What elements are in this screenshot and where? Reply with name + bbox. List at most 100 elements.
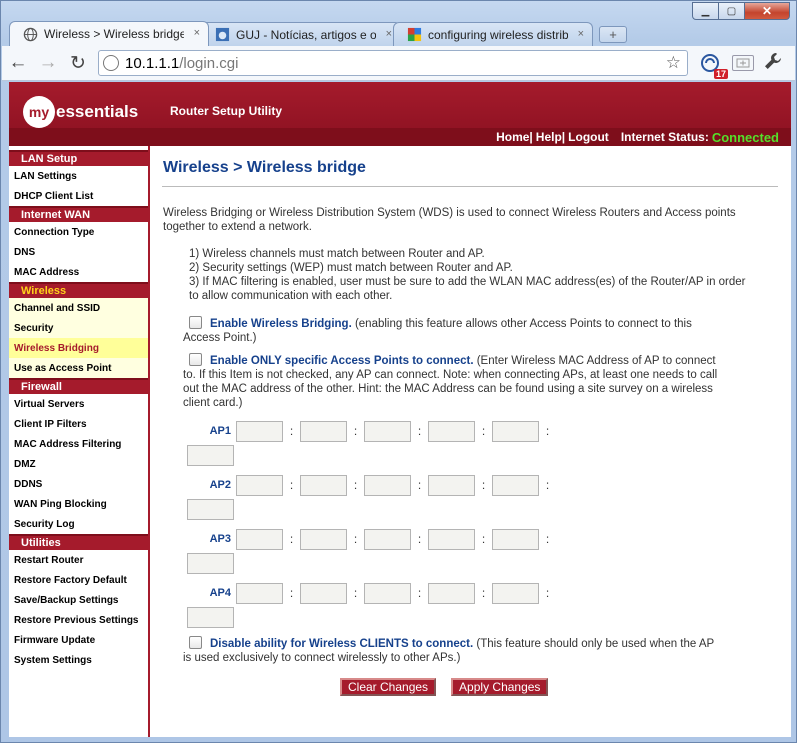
tab-configuring[interactable]: configuring wireless distrib × xyxy=(393,22,593,46)
utility-title: Router Setup Utility xyxy=(170,104,283,118)
ap3-mac-octet-4[interactable] xyxy=(428,528,475,550)
close-window-button[interactable]: ✕ xyxy=(744,2,790,20)
home-link[interactable]: Home| xyxy=(496,130,533,144)
colon: : xyxy=(289,424,294,438)
forward-icon[interactable]: → xyxy=(34,49,62,77)
extension-page-icon[interactable] xyxy=(732,55,754,71)
sidebar-item-wan-ping-blocking[interactable]: WAN Ping Blocking xyxy=(9,494,148,514)
colon: : xyxy=(353,532,358,546)
sidebar-head-utilities[interactable]: Utilities xyxy=(9,534,148,550)
enable-bridging-checkbox[interactable] xyxy=(189,316,202,329)
tab-wireless-bridge[interactable]: Wireless > Wireless bridge × xyxy=(9,21,209,46)
sidebar-item-restart-router[interactable]: Restart Router xyxy=(9,550,148,570)
ap4-row-2 xyxy=(187,607,791,629)
sidebar-item-mac-filtering[interactable]: MAC Address Filtering xyxy=(9,434,148,454)
ap4-mac-octet-6[interactable] xyxy=(187,607,234,628)
ap2-mac-octet-2[interactable] xyxy=(300,474,347,496)
ap3-mac-octet-2[interactable] xyxy=(300,528,347,550)
sidebar-head-wireless[interactable]: Wireless xyxy=(9,282,148,298)
disable-clients-label: Disable ability for Wireless CLIENTS to … xyxy=(210,638,474,650)
ap2-mac-octet-4[interactable] xyxy=(428,474,475,496)
disable-clients-checkbox[interactable] xyxy=(189,636,202,649)
sidebar: LAN Setup LAN Settings DHCP Client List … xyxy=(9,146,150,737)
window-controls: ▁ ▢ ✕ xyxy=(692,2,790,20)
ap4-mac-octet-3[interactable] xyxy=(364,582,411,604)
specific-ap-checkbox[interactable] xyxy=(189,353,202,366)
sidebar-item-dns[interactable]: DNS xyxy=(9,242,148,262)
sidebar-item-lan-settings[interactable]: LAN Settings xyxy=(9,166,148,186)
sidebar-item-security-log[interactable]: Security Log xyxy=(9,514,148,534)
colon: : xyxy=(417,424,422,438)
ap4-row: AP4 : : : : : xyxy=(187,582,791,604)
wrench-icon[interactable] xyxy=(764,52,782,75)
tab-guj[interactable]: GUJ - Notícias, artigos e o n × xyxy=(201,22,401,46)
sidebar-head-lan[interactable]: LAN Setup xyxy=(9,150,148,166)
ap4-mac-octet-5[interactable] xyxy=(492,582,539,604)
title-divider xyxy=(162,186,778,187)
sidebar-item-save-backup[interactable]: Save/Backup Settings xyxy=(9,590,148,610)
ap1-mac-octet-4[interactable] xyxy=(428,420,475,442)
help-link[interactable]: Help| xyxy=(536,130,565,144)
ap3-mac-octet-5[interactable] xyxy=(492,528,539,550)
sidebar-item-virtual-servers[interactable]: Virtual Servers xyxy=(9,394,148,414)
sidebar-head-firewall[interactable]: Firewall xyxy=(9,378,148,394)
ap3-mac-octet-6[interactable] xyxy=(187,553,234,574)
ap2-mac-octet-3[interactable] xyxy=(364,474,411,496)
sidebar-item-access-point[interactable]: Use as Access Point xyxy=(9,358,148,378)
sidebar-item-security[interactable]: Security xyxy=(9,318,148,338)
colon: : xyxy=(481,478,486,492)
ap1-mac-octet-5[interactable] xyxy=(492,420,539,442)
disable-clients-option: Disable ability for Wireless CLIENTS to … xyxy=(183,636,723,665)
sidebar-item-wireless-bridging[interactable]: Wireless Bridging xyxy=(9,338,148,358)
new-tab-button[interactable]: + xyxy=(599,26,627,43)
sidebar-item-channel-ssid[interactable]: Channel and SSID xyxy=(9,298,148,318)
ap1-mac-octet-1[interactable] xyxy=(236,420,283,442)
tab-close-icon[interactable]: × xyxy=(194,27,200,39)
sidebar-item-restore-factory[interactable]: Restore Factory Default xyxy=(9,570,148,590)
ap1-mac-octet-6[interactable] xyxy=(187,445,234,466)
url-host: 10.1.1.1 xyxy=(125,54,180,72)
ap3-mac-octet-3[interactable] xyxy=(364,528,411,550)
content-panel: Wireless > Wireless bridge Wireless Brid… xyxy=(150,146,791,737)
extension-icon[interactable]: 17 xyxy=(698,51,728,79)
colon: : xyxy=(289,586,294,600)
sidebar-item-client-ip-filters[interactable]: Client IP Filters xyxy=(9,414,148,434)
minimize-button[interactable]: ▁ xyxy=(692,2,719,20)
apply-changes-button[interactable]: Apply Changes xyxy=(451,678,549,696)
wds-description: Wireless Bridging or Wireless Distributi… xyxy=(163,207,736,233)
ap1-mac-octet-2[interactable] xyxy=(300,420,347,442)
reload-icon[interactable]: ↻ xyxy=(64,49,92,77)
address-bar[interactable]: 10.1.1.1/login.cgi ☆ xyxy=(98,50,688,76)
bookmark-star-icon[interactable]: ☆ xyxy=(666,53,681,73)
internet-status-value: Connected xyxy=(711,129,779,145)
sidebar-head-wan[interactable]: Internet WAN xyxy=(9,206,148,222)
sidebar-item-connection-type[interactable]: Connection Type xyxy=(9,222,148,242)
sidebar-item-ddns[interactable]: DDNS xyxy=(9,474,148,494)
extension-badge: 17 xyxy=(713,69,728,79)
colon: : xyxy=(481,532,486,546)
sidebar-item-system-settings[interactable]: System Settings xyxy=(9,650,148,670)
colon: : xyxy=(353,424,358,438)
colon: : xyxy=(353,586,358,600)
clear-changes-button[interactable]: Clear Changes xyxy=(340,678,437,696)
ap2-mac-octet-1[interactable] xyxy=(236,474,283,496)
tab-close-icon[interactable]: × xyxy=(386,28,392,40)
ap1-mac-octet-3[interactable] xyxy=(364,420,411,442)
ap3-mac-octet-1[interactable] xyxy=(236,528,283,550)
ap2-mac-octet-5[interactable] xyxy=(492,474,539,496)
back-icon[interactable]: ← xyxy=(4,49,32,77)
ap2-mac-octet-6[interactable] xyxy=(187,499,234,520)
ap4-mac-octet-4[interactable] xyxy=(428,582,475,604)
ap4-mac-octet-2[interactable] xyxy=(300,582,347,604)
maximize-button[interactable]: ▢ xyxy=(718,2,745,20)
ap4-mac-octet-1[interactable] xyxy=(236,582,283,604)
logout-link[interactable]: Logout xyxy=(568,130,609,144)
colon: : xyxy=(545,532,550,546)
sidebar-item-dhcp-client-list[interactable]: DHCP Client List xyxy=(9,186,148,206)
sidebar-item-dmz[interactable]: DMZ xyxy=(9,454,148,474)
sidebar-item-restore-previous[interactable]: Restore Previous Settings xyxy=(9,610,148,630)
sidebar-item-firmware-update[interactable]: Firmware Update xyxy=(9,630,148,650)
sidebar-item-mac-address[interactable]: MAC Address xyxy=(9,262,148,282)
tab-close-icon[interactable]: × xyxy=(578,28,584,40)
colon: : xyxy=(289,532,294,546)
